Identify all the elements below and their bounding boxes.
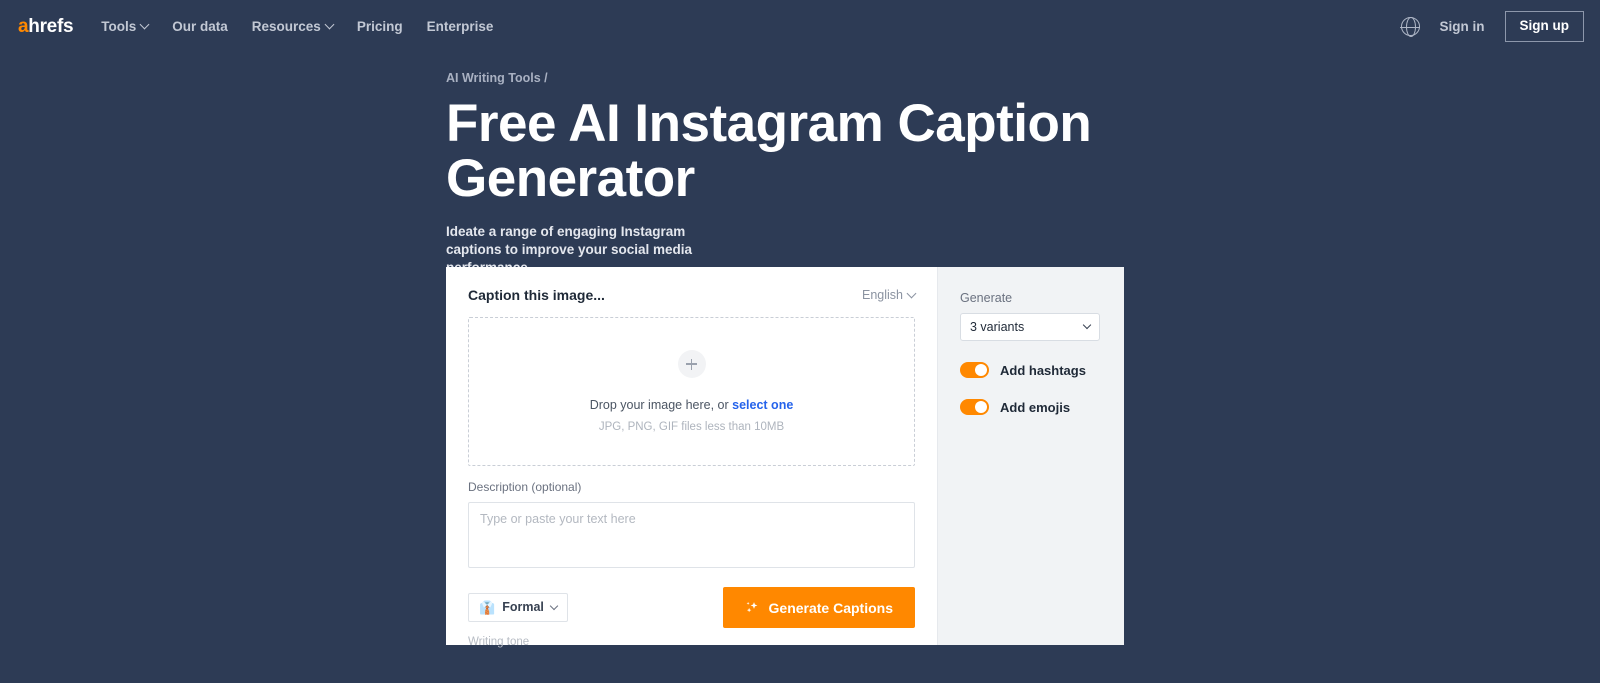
language-selector-label: English <box>862 288 903 302</box>
necktie-icon: 👔 <box>479 600 496 615</box>
nav-item-resources[interactable]: Resources <box>251 19 335 34</box>
writing-tone-value: Formal <box>502 600 544 614</box>
writing-tone-helper: Writing tone <box>468 636 530 648</box>
writing-tone-selector[interactable]: 👔 Formal <box>468 593 568 622</box>
caption-generator-card: Caption this image... English Drop your … <box>446 267 1124 648</box>
select-file-link[interactable]: select one <box>732 398 793 412</box>
nav-item-tools[interactable]: Tools <box>101 19 150 34</box>
sign-up-button[interactable]: Sign up <box>1504 11 1584 42</box>
nav-item-resources-label: Resources <box>251 19 321 34</box>
chevron-down-icon <box>324 19 335 30</box>
add-hashtags-label: Add hashtags <box>1000 362 1086 378</box>
hero-section: AI Writing Tools / Free AI Instagram Cap… <box>0 53 1600 277</box>
nav-item-enterprise[interactable]: Enterprise <box>427 19 494 34</box>
nav-item-pricing-label: Pricing <box>356 19 403 34</box>
generate-captions-label: Generate Captions <box>768 599 893 616</box>
generate-label: Generate <box>960 291 1013 305</box>
dropzone-prompt-text: Drop your image here, or <box>589 398 733 412</box>
add-hashtags-toggle[interactable] <box>960 362 989 378</box>
globe-icon[interactable] <box>1400 16 1420 37</box>
sparkles-icon <box>746 601 757 613</box>
dropzone-hint: JPG, PNG, GIF files less than 10MB <box>598 421 785 433</box>
top-navigation-bar: ahrefs Tools Our data Resources Pricing … <box>0 0 1600 53</box>
toggle-knob <box>975 364 987 376</box>
image-dropzone[interactable]: Drop your image here, or select one JPG,… <box>468 317 915 466</box>
generate-captions-button[interactable]: Generate Captions <box>722 587 915 628</box>
ahrefs-logo[interactable]: ahrefs <box>18 15 74 38</box>
chevron-down-icon <box>906 288 917 298</box>
page-title: Free AI Instagram Caption Generator <box>446 94 1092 208</box>
nav-right-group: Sign in Sign up <box>1400 11 1584 42</box>
plus-circle-icon <box>677 350 706 378</box>
logo-letter-a: a <box>18 15 29 37</box>
add-hashtags-row[interactable]: Add hashtags <box>960 362 1104 378</box>
card-title: Caption this image... <box>468 287 605 303</box>
nav-item-our-data[interactable]: Our data <box>172 19 228 34</box>
actions-row: 👔 Formal Generate Captions <box>468 587 915 628</box>
nav-item-enterprise-label: Enterprise <box>426 19 494 34</box>
chevron-down-icon <box>139 19 150 30</box>
breadcrumb[interactable]: AI Writing Tools / <box>446 71 1600 85</box>
nav-item-our-data-label: Our data <box>172 19 228 34</box>
add-emojis-row[interactable]: Add emojis <box>960 399 1104 415</box>
nav-links: Tools Our data Resources Pricing Enterpr… <box>101 19 493 34</box>
description-label: Description (optional) <box>468 480 582 494</box>
toggle-knob <box>975 401 987 413</box>
chevron-down-icon <box>1082 320 1092 330</box>
add-emojis-label: Add emojis <box>1000 399 1071 415</box>
variants-select[interactable]: 3 variants <box>960 313 1100 341</box>
settings-panel: Generate 3 variants Add hashtags Add emo… <box>937 267 1124 645</box>
card-main-column: Caption this image... English Drop your … <box>446 267 937 648</box>
sign-in-link[interactable]: Sign in <box>1440 19 1485 34</box>
description-input[interactable] <box>468 502 915 568</box>
nav-item-pricing[interactable]: Pricing <box>357 19 403 34</box>
add-emojis-toggle[interactable] <box>960 399 989 415</box>
chevron-down-icon <box>549 601 559 610</box>
dropzone-prompt: Drop your image here, or select one <box>590 398 794 412</box>
language-selector[interactable]: English <box>862 288 917 302</box>
card-header: Caption this image... English <box>468 287 917 303</box>
variants-select-value: 3 variants <box>970 320 1025 334</box>
logo-text: hrefs <box>28 15 74 37</box>
nav-item-tools-label: Tools <box>101 19 137 34</box>
